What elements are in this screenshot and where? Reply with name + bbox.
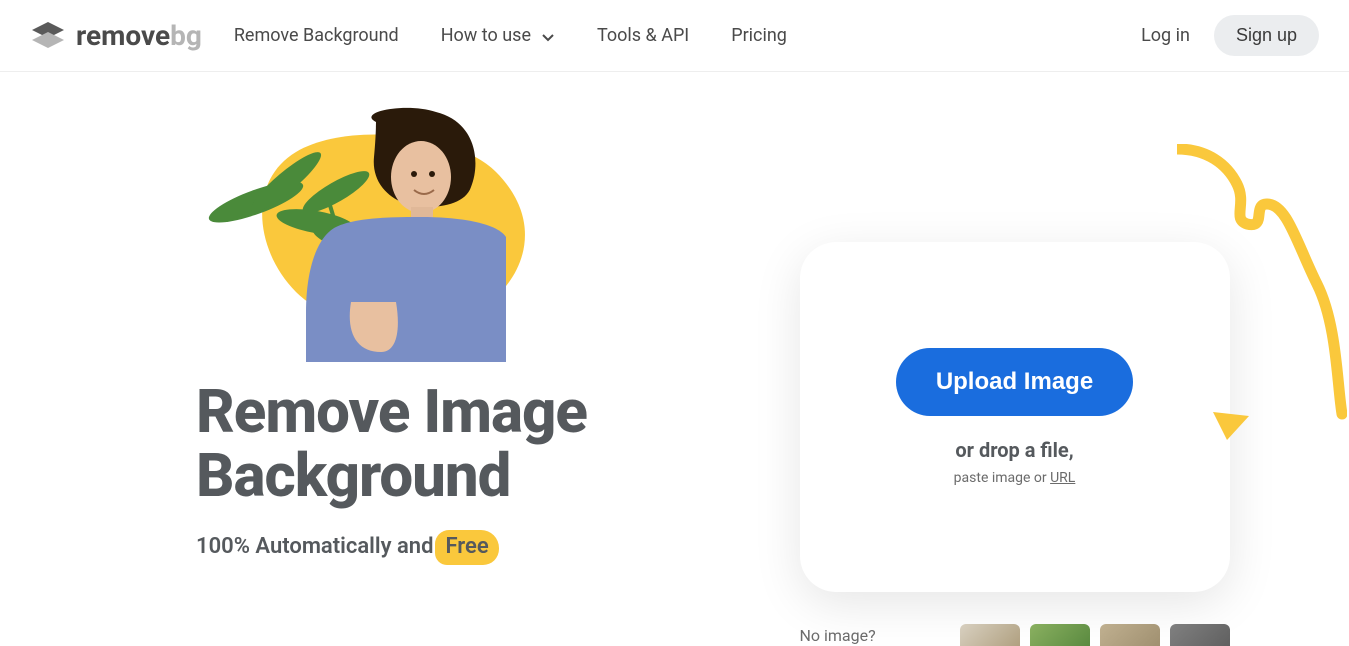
- nav-tools-api[interactable]: Tools & API: [597, 25, 689, 46]
- main-nav: Remove Background How to use Tools & API…: [234, 25, 787, 46]
- login-link[interactable]: Log in: [1141, 25, 1190, 46]
- logo[interactable]: removebg: [30, 18, 202, 54]
- nav-how-to-use[interactable]: How to use: [441, 25, 555, 46]
- signup-button[interactable]: Sign up: [1214, 15, 1319, 56]
- logo-text-secondary: bg: [170, 19, 202, 52]
- sample-thumb-1[interactable]: [960, 624, 1020, 646]
- drop-file-text: or drop a file,: [955, 438, 1073, 462]
- nav-how-to-use-label: How to use: [441, 25, 531, 46]
- paste-hint: paste image or URL: [954, 470, 1076, 486]
- upload-section: Upload Image or drop a file, paste image…: [680, 102, 1349, 646]
- hero-sub-prefix: 100% Automatically and: [196, 534, 433, 559]
- hero-section: Remove Image Background 100% Automatical…: [0, 102, 680, 646]
- header: removebg Remove Background How to use To…: [0, 0, 1349, 72]
- upload-card[interactable]: Upload Image or drop a file, paste image…: [800, 242, 1230, 592]
- stack-icon: [30, 18, 66, 54]
- nav-remove-background[interactable]: Remove Background: [234, 25, 399, 46]
- sample-row: No image?: [800, 624, 1230, 646]
- hero-title-line1: Remove Image: [196, 376, 587, 447]
- nav-pricing[interactable]: Pricing: [731, 25, 787, 46]
- paste-url-link[interactable]: URL: [1050, 470, 1075, 486]
- hero-illustration: [196, 102, 536, 362]
- header-auth: Log in Sign up: [1141, 15, 1319, 56]
- hero-title: Remove Image Background: [196, 380, 680, 508]
- main-content: Remove Image Background 100% Automatical…: [0, 72, 1349, 646]
- logo-text-primary: remove: [76, 19, 170, 52]
- paste-prefix: paste image or: [954, 470, 1050, 486]
- upload-image-button[interactable]: Upload Image: [896, 348, 1133, 416]
- chevron-down-icon: [541, 29, 555, 43]
- sample-thumb-4[interactable]: [1170, 624, 1230, 646]
- decorative-triangle-icon: [1213, 412, 1249, 442]
- sample-thumb-2[interactable]: [1030, 624, 1090, 646]
- hero-subtitle: 100% Automatically and Free: [196, 534, 680, 559]
- free-badge: Free: [445, 534, 488, 559]
- hero-title-line2: Background: [196, 440, 510, 511]
- sample-thumb-3[interactable]: [1100, 624, 1160, 646]
- sample-thumbnails: [960, 624, 1230, 646]
